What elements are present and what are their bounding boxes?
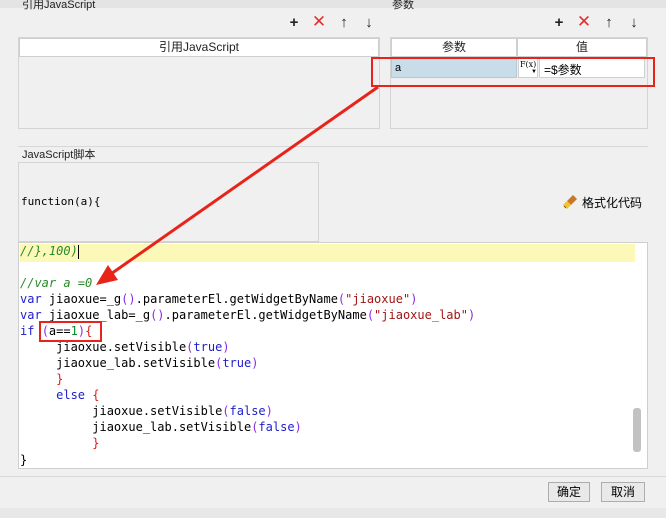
- script-group-title: JavaScript脚本: [22, 149, 96, 161]
- footer-divider: [0, 476, 666, 477]
- cancel-button[interactable]: 取消: [601, 482, 645, 502]
- text-cursor: [77, 244, 79, 259]
- js-reference-column-header: 引用JavaScript: [19, 38, 379, 57]
- format-code-label: 格式化代码: [582, 195, 643, 210]
- bottom-edge: [0, 508, 666, 518]
- broom-icon: [563, 195, 577, 209]
- format-code-button[interactable]: 格式化代码: [562, 192, 642, 212]
- left-group-title: 引用JavaScript: [22, 0, 96, 11]
- code-line-1: //},100): [20, 244, 79, 259]
- param-column-header-value: 值: [517, 38, 647, 57]
- code-line-11: jiaoxue.setVisible(false): [20, 404, 273, 418]
- annotation-box-param-row: [371, 57, 655, 87]
- right-group-title: 参数: [392, 0, 414, 11]
- code-line-12: jiaoxue_lab.setVisible(false): [20, 420, 302, 434]
- code-line-8: jiaoxue_lab.setVisible(true): [20, 356, 259, 370]
- param-column-header-name: 参数: [391, 38, 517, 57]
- param-down-icon[interactable]: ↓: [625, 13, 643, 31]
- arrow-down-icon[interactable]: ↓: [360, 13, 378, 31]
- code-line-3: //var a =0: [20, 276, 93, 290]
- delete-icon[interactable]: ✕: [310, 12, 328, 31]
- function-signature: function(a){: [21, 195, 101, 208]
- code-line-closing: }: [20, 453, 28, 467]
- add-icon[interactable]: +: [285, 13, 303, 31]
- vertical-scrollbar[interactable]: [633, 408, 641, 452]
- code-line-10: else {: [56, 388, 100, 402]
- param-up-icon[interactable]: ↑: [600, 13, 618, 31]
- annotation-box-condition: [39, 321, 102, 342]
- code-line-4: var jiaoxue=_g().parameterEl.getWidgetBy…: [20, 292, 418, 306]
- code-line-9: }: [56, 372, 64, 386]
- ok-button[interactable]: 确定: [548, 482, 590, 502]
- add-param-icon[interactable]: +: [550, 13, 568, 31]
- divider-line: [18, 146, 648, 147]
- code-line-13: }: [92, 436, 100, 450]
- arrow-up-icon[interactable]: ↑: [335, 13, 353, 31]
- top-edge: [0, 0, 666, 8]
- current-line-highlight: [20, 244, 635, 262]
- delete-param-icon[interactable]: ✕: [575, 12, 593, 31]
